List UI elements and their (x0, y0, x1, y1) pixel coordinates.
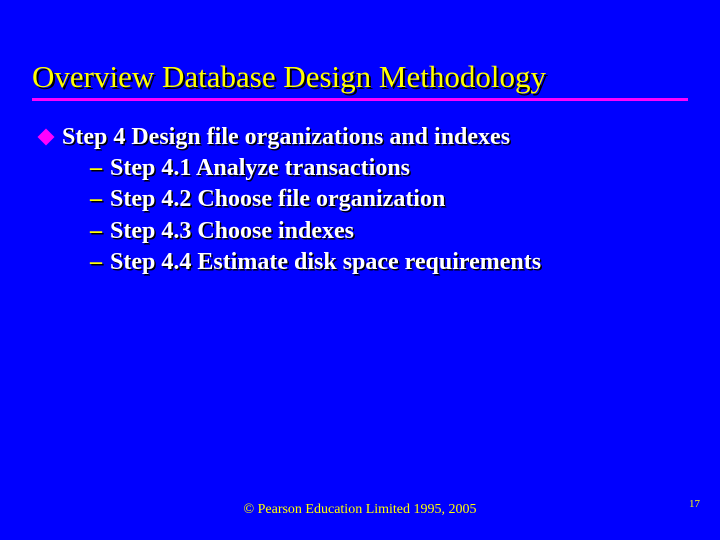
bullet-main: Step 4 Design file organizations and ind… (40, 122, 680, 153)
sub-item-text: Step 4.1 Analyze transactions (110, 153, 410, 184)
endash-icon: – (90, 153, 102, 184)
list-item: – Step 4.1 Analyze transactions (90, 153, 680, 184)
slide-title: Overview Database Design Methodology (32, 60, 688, 94)
diamond-bullet-icon (38, 129, 55, 146)
endash-icon: – (90, 184, 102, 215)
sub-item-text: Step 4.4 Estimate disk space requirement… (110, 247, 541, 278)
slide: Overview Database Design Methodology Ste… (0, 0, 720, 540)
main-item-text: Step 4 Design file organizations and ind… (62, 122, 510, 153)
sub-item-text: Step 4.2 Choose file organization (110, 184, 445, 215)
body-content: Step 4 Design file organizations and ind… (40, 122, 680, 278)
title-block: Overview Database Design Methodology (32, 60, 688, 101)
sub-item-text: Step 4.3 Choose indexes (110, 216, 354, 247)
page-number: 17 (689, 498, 700, 510)
list-item: – Step 4.2 Choose file organization (90, 184, 680, 215)
endash-icon: – (90, 216, 102, 247)
list-item: – Step 4.3 Choose indexes (90, 216, 680, 247)
endash-icon: – (90, 247, 102, 278)
list-item: – Step 4.4 Estimate disk space requireme… (90, 247, 680, 278)
sub-list: – Step 4.1 Analyze transactions – Step 4… (90, 153, 680, 278)
title-underline (32, 98, 688, 101)
footer-copyright: © Pearson Education Limited 1995, 2005 (0, 502, 720, 518)
